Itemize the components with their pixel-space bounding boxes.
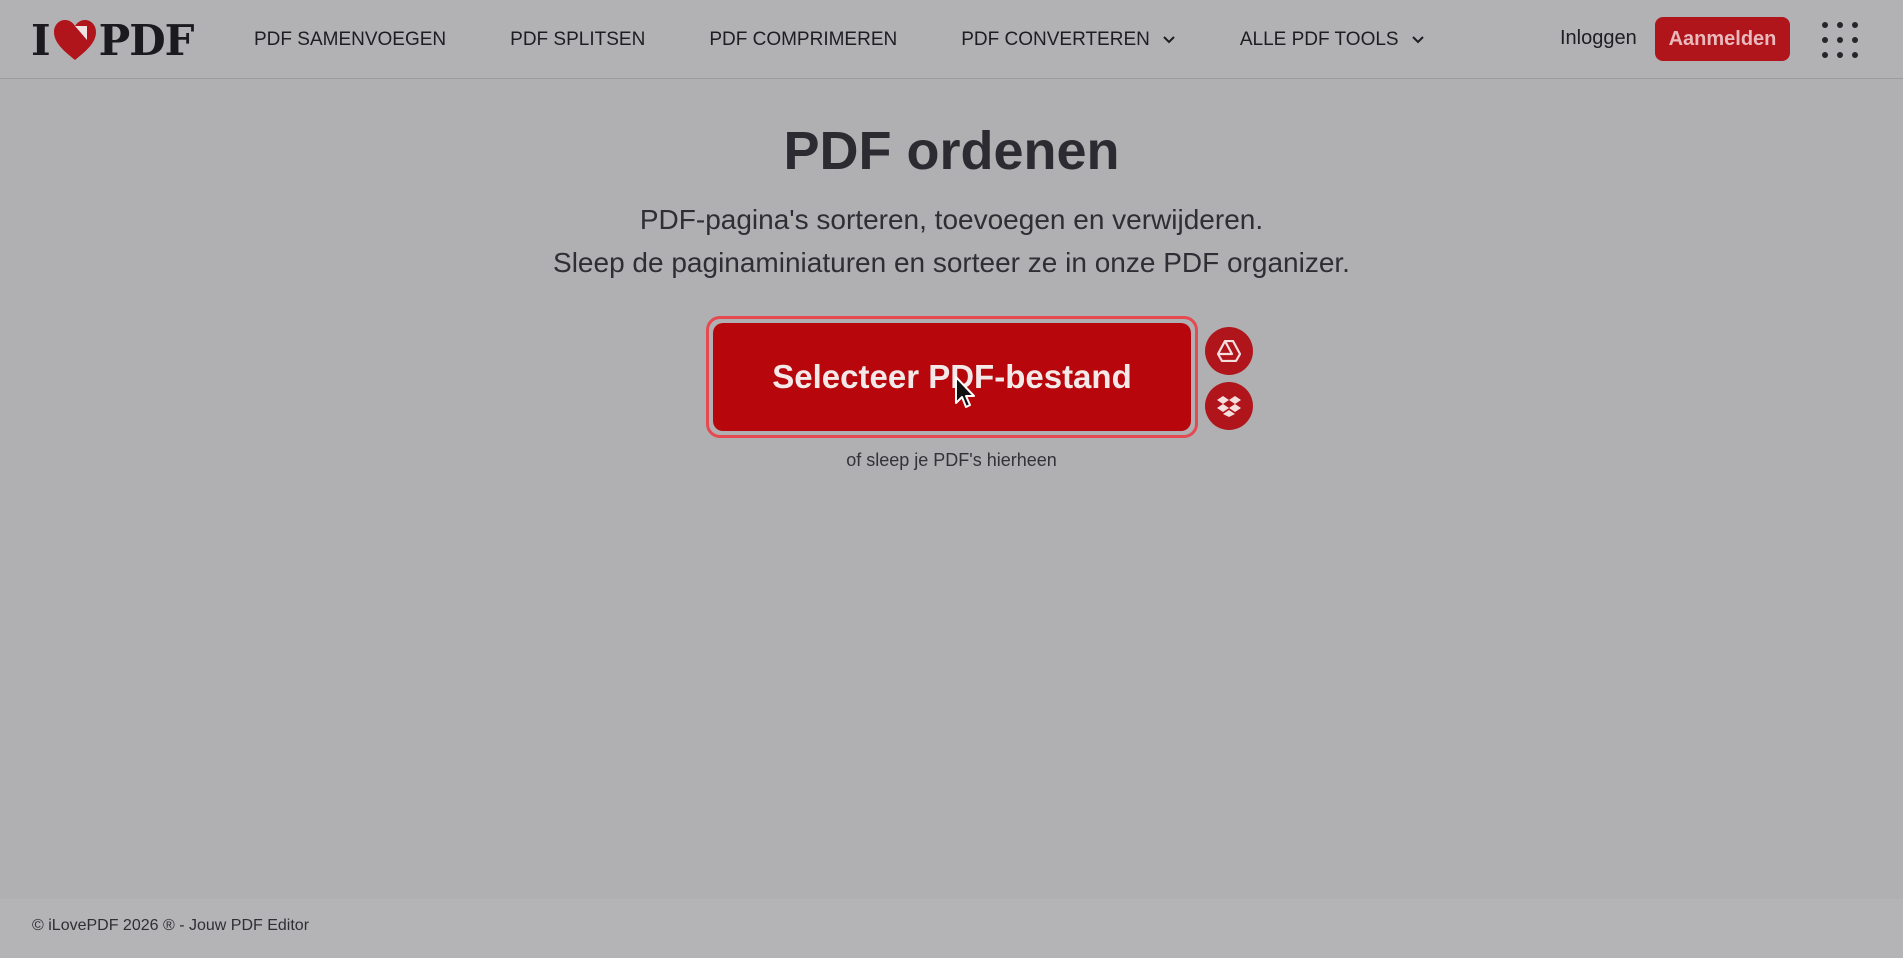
drop-hint: of sleep je PDF's hierheen [846,450,1057,470]
nav-pdf-converteren[interactable]: PDF CONVERTEREN [961,29,1176,51]
nav-label: PDF COMPRIMEREN [709,28,898,50]
chevron-down-icon [1411,35,1424,43]
top-header: I PDF PDF SAMENVOEGEN PDF SPLITSEN PDF C… [0,0,1903,79]
nav-alle-pdf-tools[interactable]: ALLE PDF TOOLS [1240,29,1425,51]
dropbox-icon [1217,396,1241,417]
ilovepdf-logo[interactable]: I PDF [31,15,195,65]
google-drive-icon [1217,340,1241,362]
login-link[interactable]: Inloggen [1560,27,1637,50]
nav-label: PDF SPLITSEN [510,28,646,50]
apps-grid-icon[interactable] [1822,22,1858,58]
logo-word-pdf: PDF [98,15,195,65]
nav-label: ALLE PDF TOOLS [1239,28,1399,50]
nav-pdf-samenvoegen[interactable]: PDF SAMENVOEGEN [254,29,446,51]
footer-copyright: © iLovePDF 2026 ® - Jouw PDF Editor [32,917,310,934]
main-nav: PDF SAMENVOEGEN PDF SPLITSEN PDF COMPRIM… [254,0,1489,79]
nav-label: PDF CONVERTEREN [961,28,1150,50]
page-title: PDF ordenen [783,121,1120,181]
select-pdf-button[interactable]: Selecteer PDF-bestand [713,323,1191,431]
footer: © iLovePDF 2026 ® - Jouw PDF Editor [0,899,1903,958]
nav-pdf-splitsen[interactable]: PDF SPLITSEN [510,29,645,51]
google-drive-button[interactable] [1205,327,1253,375]
logo-letter-i: I [31,15,51,65]
dropbox-button[interactable] [1205,382,1253,430]
heart-icon [53,20,96,60]
mouse-pointer-icon [955,376,975,408]
page-subtitle-line2: Sleep de paginaminiaturen en sorteer ze … [553,247,1350,278]
signup-button[interactable]: Aanmelden [1655,17,1790,61]
select-button-focus-ring: Selecteer PDF-bestand [706,316,1198,438]
chevron-down-icon [1163,35,1175,43]
nav-pdf-comprimeren[interactable]: PDF COMPRIMEREN [709,29,897,51]
nav-label: PDF SAMENVOEGEN [254,28,447,50]
page-subtitle-line1: PDF-pagina's sorteren, toevoegen en verw… [639,204,1264,235]
